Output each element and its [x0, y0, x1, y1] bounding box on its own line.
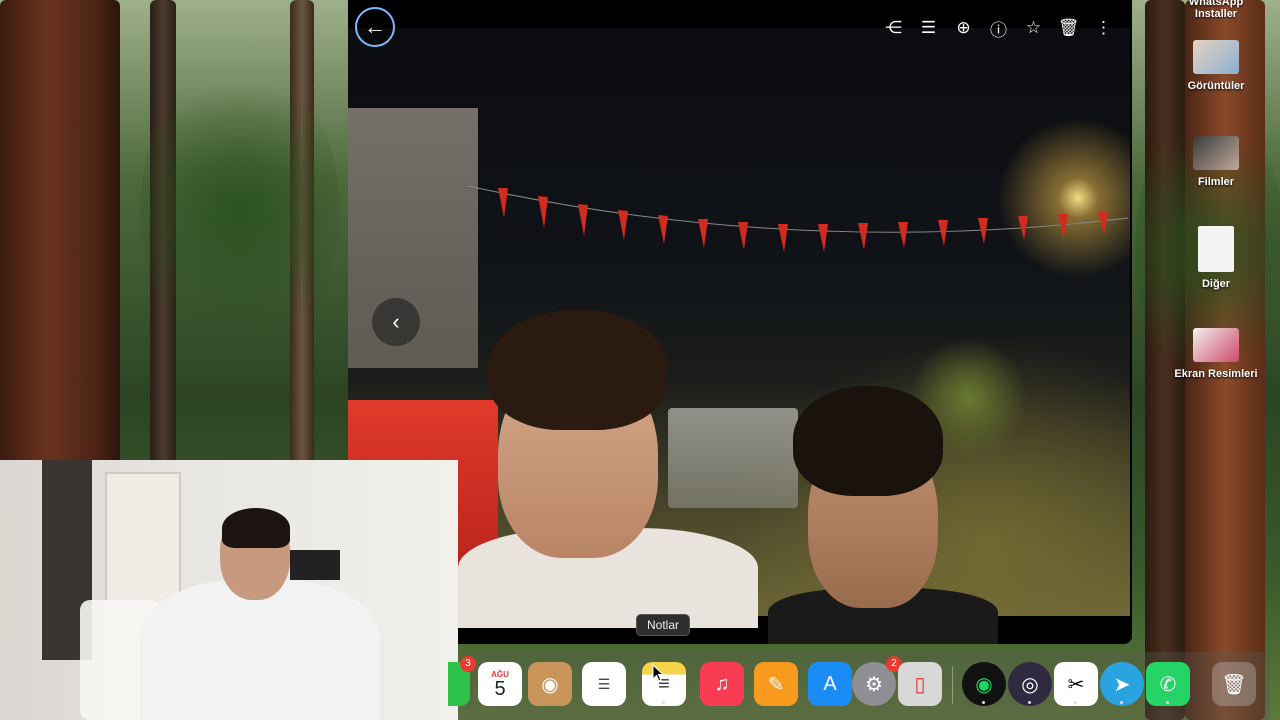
gear-icon: ⚙: [865, 673, 883, 696]
desktop-icon-whatsapp-installer[interactable]: WhatsApp Installer: [1166, 0, 1266, 20]
app-store-icon: A: [823, 672, 837, 695]
previous-photo-button[interactable]: ‹: [372, 298, 420, 346]
running-indicator: [1166, 701, 1169, 704]
dock-separator: [952, 666, 953, 704]
webcam-person: [140, 580, 380, 720]
dock-telegram[interactable]: ➤: [1100, 662, 1144, 706]
trash-can-icon: 🗑: [1221, 673, 1247, 696]
mouse-cursor-icon: [652, 664, 664, 682]
desktop-icon-diger[interactable]: Diğer: [1166, 226, 1266, 290]
webcam-overlay: [0, 460, 458, 720]
dock: 3 AĞU 5 ◉ ☰ ≡ ♫ ✎ A ⚙ 2 ▯ ◉ ◎ ✂ ➤ ✆ 🗑: [448, 652, 1270, 720]
arrow-left-icon: ←: [364, 14, 386, 39]
photo-truck: [668, 408, 798, 508]
dock-reminders[interactable]: ☰: [582, 662, 626, 706]
photo-flag-bunting: [468, 185, 1128, 252]
paper-plane-icon: ➤: [1113, 673, 1131, 696]
list-icon: ☰: [597, 675, 611, 692]
running-indicator: [982, 701, 985, 704]
foliage: [140, 60, 340, 360]
whatsapp-icon: ✆: [1159, 673, 1177, 696]
capcut-icon: ✂: [1067, 673, 1085, 696]
desktop-icon-label: Diğer: [1201, 278, 1231, 290]
desktop-icon-label: Ekran Resimleri: [1174, 368, 1258, 380]
notification-badge: 3: [460, 656, 476, 672]
running-indicator: [1074, 701, 1077, 704]
dock-whatsapp[interactable]: ✆: [1146, 662, 1190, 706]
video-thumbnail-icon: [1193, 136, 1239, 170]
dock-calendar[interactable]: AĞU 5: [478, 662, 522, 706]
photo-person: [793, 386, 943, 496]
desktop-icon-ekran-resimleri[interactable]: Ekran Resimleri: [1166, 328, 1266, 380]
document-icon: [1198, 226, 1234, 272]
image-thumbnail-icon: [1193, 40, 1239, 74]
running-indicator: [1120, 701, 1123, 704]
desktop-icon-goruntuler[interactable]: Görüntüler: [1166, 40, 1266, 92]
desktop-icon-label: Filmler: [1197, 176, 1235, 188]
dock-system-settings[interactable]: ⚙ 2: [852, 656, 902, 706]
back-button[interactable]: ←: [355, 7, 395, 47]
dock-trash[interactable]: 🗑: [1212, 662, 1256, 706]
screenshot-thumbnail-icon: [1193, 328, 1239, 362]
webcam-monitor: [290, 550, 340, 580]
desktop-icon-label: Görüntüler: [1187, 80, 1245, 92]
pencil-icon: ✎: [767, 673, 785, 696]
dock-notes[interactable]: ≡: [642, 662, 686, 706]
spotify-icon: ◉: [975, 673, 993, 696]
running-indicator: [662, 701, 665, 704]
desktop-icon-filmler[interactable]: Filmler: [1166, 136, 1266, 188]
music-note-icon: ♫: [714, 672, 730, 695]
photo-viewer-window: ← ⋲ ☰ ⊕ ⓘ ☆ 🗑 ⋮ ‹: [348, 0, 1132, 644]
dock-app-store[interactable]: A: [808, 662, 852, 706]
running-indicator: [1028, 701, 1031, 704]
chevron-left-icon: ‹: [392, 309, 400, 334]
share-icon[interactable]: ⋲: [881, 14, 906, 42]
more-icon[interactable]: ⋮: [1091, 14, 1116, 42]
trash-icon[interactable]: 🗑: [1056, 14, 1081, 42]
dock-pages[interactable]: ✎: [754, 662, 798, 706]
obs-icon: ◎: [1021, 673, 1039, 696]
calendar-day: 5: [494, 677, 506, 700]
viewer-toolbar: ⋲ ☰ ⊕ ⓘ ☆ 🗑 ⋮: [881, 14, 1116, 42]
adjust-icon[interactable]: ☰: [916, 14, 941, 42]
dock-obs[interactable]: ◎: [1008, 662, 1052, 706]
info-icon[interactable]: ⓘ: [986, 14, 1011, 42]
dock-spotify[interactable]: ◉: [962, 662, 1006, 706]
webcam-person: [222, 508, 290, 548]
dock-tooltip: Notlar: [636, 614, 691, 636]
dock-capcut[interactable]: ✂: [1054, 662, 1098, 706]
phone-icon: ▯: [914, 673, 926, 696]
dock-contacts[interactable]: ◉: [528, 662, 572, 706]
star-icon[interactable]: ☆: [1021, 14, 1046, 42]
photo-content: [348, 28, 1130, 644]
photo-person: [488, 310, 668, 430]
dock-messages[interactable]: 3: [448, 656, 476, 706]
person-icon: ◉: [541, 673, 559, 696]
desktop-icon-label: WhatsApp Installer: [1188, 0, 1244, 20]
zoom-icon[interactable]: ⊕: [951, 14, 976, 42]
dock-iphone-mirroring[interactable]: ▯: [898, 662, 942, 706]
dock-music[interactable]: ♫: [700, 662, 744, 706]
